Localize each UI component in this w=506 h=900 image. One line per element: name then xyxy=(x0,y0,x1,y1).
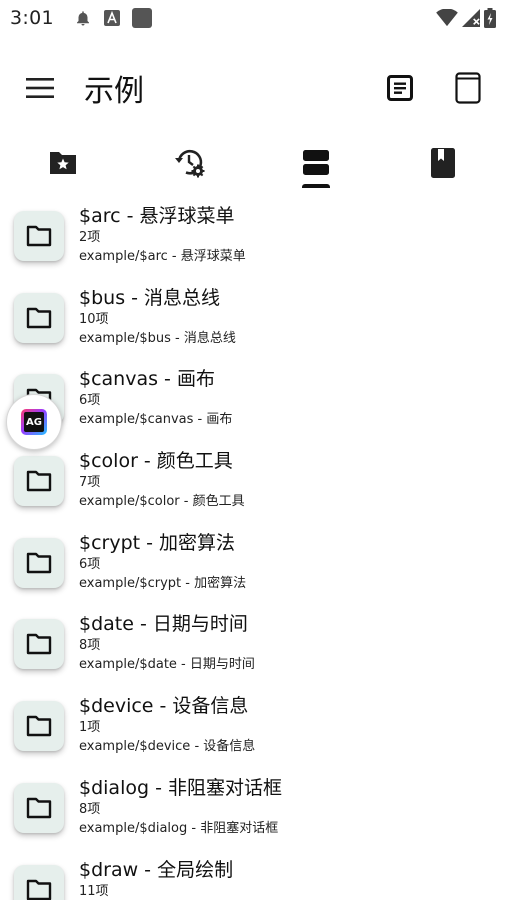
item-count: 6项 xyxy=(79,393,101,409)
list-item[interactable]: $crypt - 加密算法 6项 example/$crypt - 加密算法 xyxy=(0,517,506,599)
folder-tile xyxy=(14,211,64,261)
floating-ball[interactable]: AG xyxy=(6,394,62,450)
tablet-icon xyxy=(455,72,481,104)
item-title: $device - 设备信息 xyxy=(79,695,249,718)
list-item[interactable]: $device - 设备信息 1项 example/$device - 设备信息 xyxy=(0,680,506,762)
status-bar: 3:01 xyxy=(0,0,506,36)
item-text: $canvas - 画布 6项 example/$canvas - 画布 xyxy=(79,367,232,429)
folder-icon xyxy=(26,879,52,900)
list-item[interactable]: $color - 颜色工具 7项 example/$color - 颜色工具 xyxy=(0,435,506,517)
item-path: example/$device - 设备信息 xyxy=(79,739,256,755)
item-path: example/$date - 日期与时间 xyxy=(79,657,255,673)
item-title: $color - 颜色工具 xyxy=(79,450,233,473)
item-text: $draw - 全局绘制 11项 xyxy=(79,858,233,900)
item-count: 6项 xyxy=(79,556,101,572)
item-count: 8项 xyxy=(79,638,101,654)
item-count: 7项 xyxy=(79,475,101,491)
page-title: 示例 xyxy=(84,74,144,109)
storage-icon xyxy=(303,150,330,175)
list-item[interactable]: $dialog - 非阻塞对话框 8项 example/$dialog - 非阻塞对… xyxy=(0,762,506,844)
tab-favorites[interactable] xyxy=(0,136,127,190)
app-logo-label: AG xyxy=(24,412,44,432)
item-text: $dialog - 非阻塞对话框 8项 example/$dialog - 非阻塞对… xyxy=(79,776,282,838)
folder-icon xyxy=(26,715,52,737)
item-text: $color - 颜色工具 7项 example/$color - 颜色工具 xyxy=(79,449,245,511)
item-text: $bus - 消息总线 10项 example/$bus - 消息总线 xyxy=(79,286,236,348)
item-path: example/$bus - 消息总线 xyxy=(79,330,236,346)
menu-button[interactable] xyxy=(20,68,60,108)
tab-docs[interactable] xyxy=(380,136,506,190)
status-time: 3:01 xyxy=(10,7,54,29)
history-settings-icon xyxy=(174,149,205,178)
item-count: 11项 xyxy=(79,883,109,899)
square-icon xyxy=(131,8,152,28)
folder-tile xyxy=(14,782,64,833)
folder-tile xyxy=(14,619,64,670)
item-path: example/$color - 颜色工具 xyxy=(79,494,245,510)
tab-storage[interactable] xyxy=(253,136,380,190)
battery-icon xyxy=(484,8,496,28)
item-count: 1项 xyxy=(79,720,101,736)
book-icon xyxy=(430,148,455,178)
document-button[interactable] xyxy=(380,68,420,108)
item-path: example/$arc - 悬浮球菜单 xyxy=(79,249,246,264)
folder-icon xyxy=(26,552,52,573)
folder-icon xyxy=(26,797,52,819)
document-icon xyxy=(387,75,413,101)
folder-tile xyxy=(14,292,64,343)
folder-tile xyxy=(14,456,64,507)
app-logo: AG xyxy=(21,409,47,435)
item-path: example/$canvas - 画布 xyxy=(79,412,233,428)
folder-tile xyxy=(14,864,64,900)
signal-icon xyxy=(462,9,480,27)
item-count: 10项 xyxy=(79,311,109,327)
folder-tile xyxy=(14,701,64,752)
item-text: $crypt - 加密算法 6项 example/$crypt - 加密算法 xyxy=(79,531,246,593)
item-text: $arc - 悬浮球菜单 2项 example/$arc - 悬浮球菜单 xyxy=(79,204,246,266)
folder-star-icon xyxy=(50,152,77,174)
folder-icon xyxy=(26,307,52,328)
item-title: $crypt - 加密算法 xyxy=(79,531,236,554)
item-count: 8项 xyxy=(79,801,101,817)
item-title: $date - 日期与时间 xyxy=(79,613,248,636)
folder-icon xyxy=(26,634,52,655)
item-title: $bus - 消息总线 xyxy=(79,286,221,309)
tab-history[interactable] xyxy=(127,136,254,190)
list-item[interactable]: $bus - 消息总线 10项 example/$bus - 消息总线 xyxy=(0,272,506,354)
tab-indicator xyxy=(302,184,331,188)
list-item[interactable]: $draw - 全局绘制 11项 xyxy=(0,844,506,900)
item-text: $device - 设备信息 1项 example/$device - 设备信息 xyxy=(79,694,255,756)
text-a-icon xyxy=(103,10,120,26)
item-text: $date - 日期与时间 8项 example/$date - 日期与时间 xyxy=(79,612,255,674)
item-title: $dialog - 非阻塞对话框 xyxy=(79,776,282,799)
list-item[interactable]: $canvas - 画布 6项 example/$canvas - 画布 xyxy=(0,353,506,435)
folder-icon xyxy=(26,225,52,247)
folder-tile xyxy=(14,537,64,588)
item-title: $canvas - 画布 xyxy=(79,368,215,391)
menu-icon xyxy=(26,78,54,98)
item-path: example/$dialog - 非阻塞对话框 xyxy=(79,820,279,836)
folder-icon xyxy=(26,470,52,492)
item-title: $arc - 悬浮球菜单 xyxy=(79,205,235,227)
item-title: $draw - 全局绘制 xyxy=(79,858,234,881)
list-item[interactable]: $arc - 悬浮球菜单 2项 example/$arc - 悬浮球菜单 xyxy=(0,190,506,272)
tablet-button[interactable] xyxy=(448,68,488,108)
example-list: $arc - 悬浮球菜单 2项 example/$arc - 悬浮球菜单 $bus -… xyxy=(0,190,506,900)
wifi-icon xyxy=(436,9,458,27)
app-bar: 示例 xyxy=(0,58,506,118)
bell-icon xyxy=(74,9,92,27)
item-path: example/$crypt - 加密算法 xyxy=(79,575,247,591)
tab-bar xyxy=(0,136,506,190)
list-item[interactable]: $date - 日期与时间 8项 example/$date - 日期与时间 xyxy=(0,598,506,680)
item-count: 2项 xyxy=(79,230,101,245)
